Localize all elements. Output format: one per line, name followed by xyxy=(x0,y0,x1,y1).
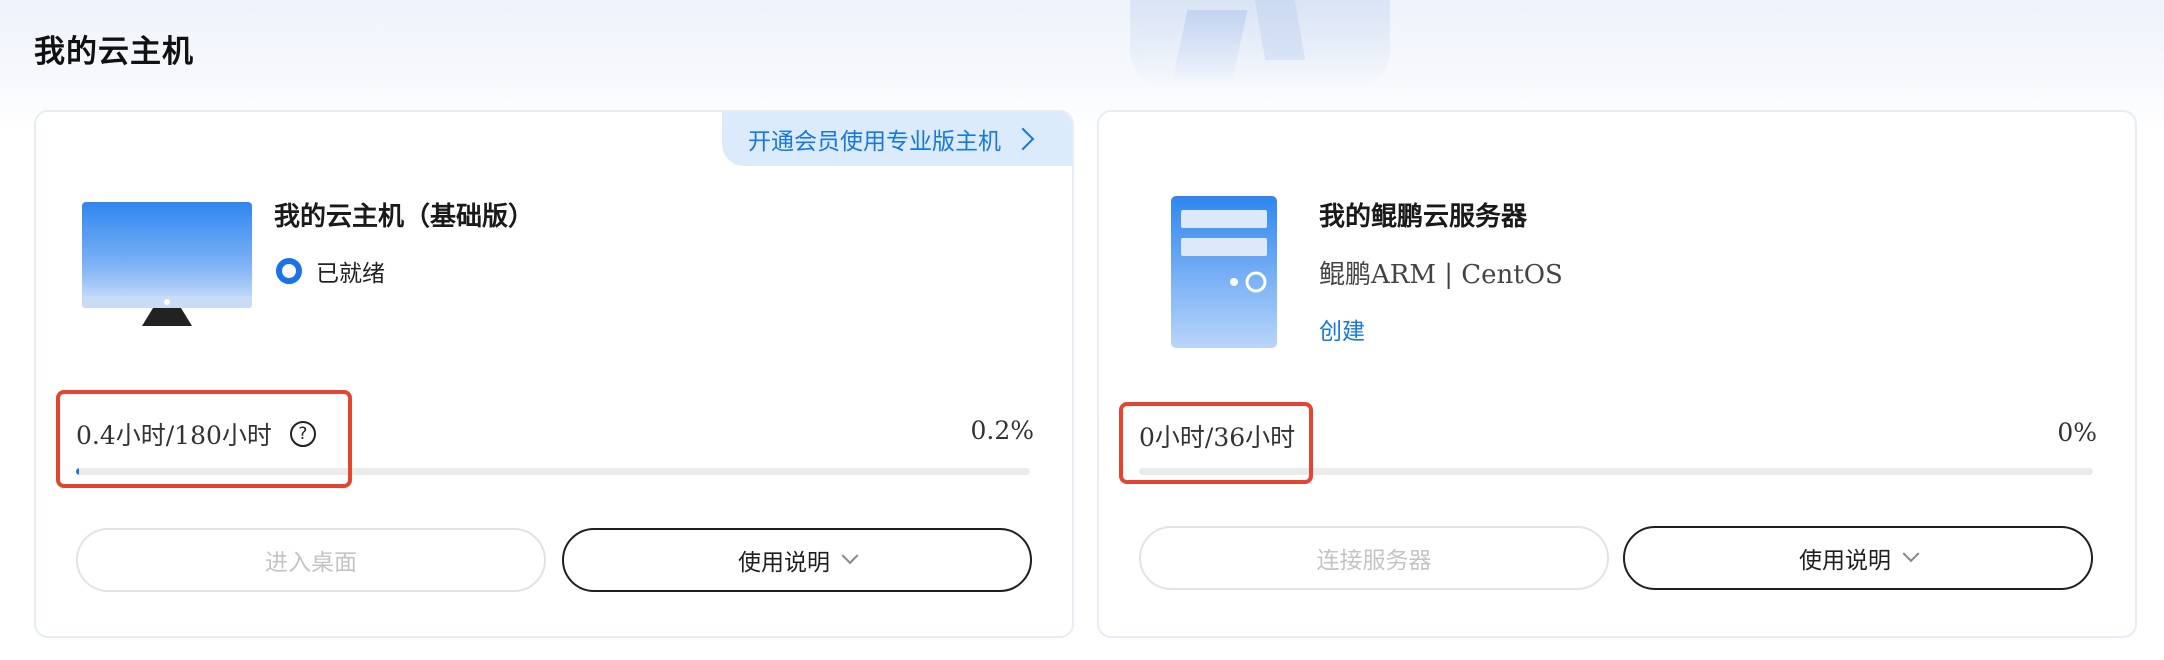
usage-highlight-box xyxy=(1119,402,1313,484)
promo-label: 开通会员使用专业版主机 xyxy=(748,129,1001,155)
usage-guide-dropdown[interactable]: 使用说明 xyxy=(1623,526,2093,590)
host-status: 已就绪 xyxy=(276,254,385,288)
chevron-right-icon xyxy=(1011,127,1035,151)
host-name: 我的云主机（基础版） xyxy=(274,202,535,232)
server-name: 我的鲲鹏云服务器 xyxy=(1319,202,1528,232)
enter-desktop-button[interactable]: 进入桌面 xyxy=(76,528,546,592)
usage-highlight-box xyxy=(56,390,352,488)
usage-percent: 0% xyxy=(2057,418,2097,447)
status-label: 已就绪 xyxy=(316,261,385,287)
cloud-host-card: 开通会员使用专业版主机 我的云主机（基础版） 已就绪 0.4小时/180小时 ?… xyxy=(34,110,1074,638)
create-server-link[interactable]: 创建 xyxy=(1319,312,1365,346)
kunpeng-server-card: 我的鲲鹏云服务器 鲲鹏ARM | CentOS 创建 0小时/36小时 0% 连… xyxy=(1097,110,2137,638)
usage-guide-label: 使用说明 xyxy=(1799,548,1891,574)
page-title: 我的云主机 xyxy=(34,34,194,70)
server-icon xyxy=(1171,196,1277,348)
status-indicator-icon xyxy=(276,258,302,284)
connect-server-button[interactable]: 连接服务器 xyxy=(1139,526,1609,590)
usage-percent: 0.2% xyxy=(970,416,1034,445)
chevron-down-icon xyxy=(841,547,859,565)
upgrade-promo-link[interactable]: 开通会员使用专业版主机 xyxy=(722,112,1072,166)
monitor-icon xyxy=(82,202,252,326)
usage-guide-dropdown[interactable]: 使用说明 xyxy=(562,528,1032,592)
usage-guide-label: 使用说明 xyxy=(738,550,830,576)
chevron-down-icon xyxy=(1902,545,1920,563)
server-spec: 鲲鹏ARM | CentOS xyxy=(1319,260,1563,290)
